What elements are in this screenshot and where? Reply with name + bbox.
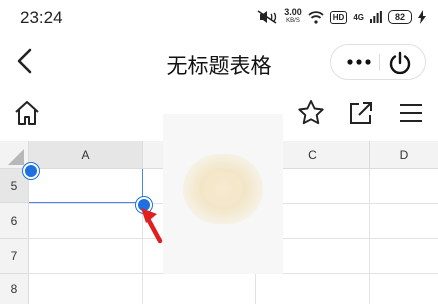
mute-vibrate-icon bbox=[257, 10, 277, 24]
wifi-icon bbox=[308, 10, 324, 24]
network-speed-unit: KB/S bbox=[286, 18, 300, 24]
row-header-6[interactable]: 6 bbox=[0, 203, 29, 239]
hd-badge: HD bbox=[329, 10, 348, 24]
pointer-arrow-icon bbox=[141, 208, 163, 244]
row-header-8[interactable]: 8 bbox=[0, 274, 29, 304]
share-external-icon[interactable] bbox=[346, 98, 376, 128]
network-speed-value: 3.00 bbox=[284, 7, 302, 17]
star-icon[interactable] bbox=[296, 98, 326, 128]
close-power-icon[interactable] bbox=[385, 48, 415, 78]
blurred-overlay bbox=[163, 114, 283, 274]
selection-handle-top[interactable] bbox=[23, 163, 39, 179]
more-dots-icon bbox=[347, 59, 371, 65]
cell-selection-a5[interactable] bbox=[29, 169, 143, 203]
network-speed: 3.00 KB/S bbox=[284, 8, 302, 26]
more-button[interactable] bbox=[341, 45, 377, 79]
charging-icon bbox=[418, 10, 426, 24]
home-icon[interactable] bbox=[12, 98, 42, 128]
row-header-7[interactable]: 7 bbox=[0, 239, 29, 274]
status-bar: 23:24 3.00 KB/S HD 4G 82 bbox=[0, 0, 438, 36]
column-header-d[interactable]: D bbox=[370, 141, 438, 169]
status-icons: 3.00 KB/S HD 4G 82 bbox=[256, 8, 426, 26]
battery-level: 82 bbox=[394, 12, 405, 22]
miniapp-capsule bbox=[330, 44, 426, 80]
blurred-image bbox=[183, 154, 263, 224]
menu-icon[interactable] bbox=[396, 98, 426, 128]
column-header-a[interactable]: A bbox=[29, 141, 143, 169]
battery-indicator: 82 bbox=[388, 10, 412, 24]
signal-label: 4G bbox=[353, 12, 364, 22]
status-time: 23:24 bbox=[20, 8, 63, 27]
signal-bars-icon bbox=[370, 11, 382, 23]
column-gridline bbox=[369, 169, 370, 304]
capsule-divider bbox=[379, 54, 380, 71]
title-bar: 无标题表格 bbox=[0, 36, 438, 88]
